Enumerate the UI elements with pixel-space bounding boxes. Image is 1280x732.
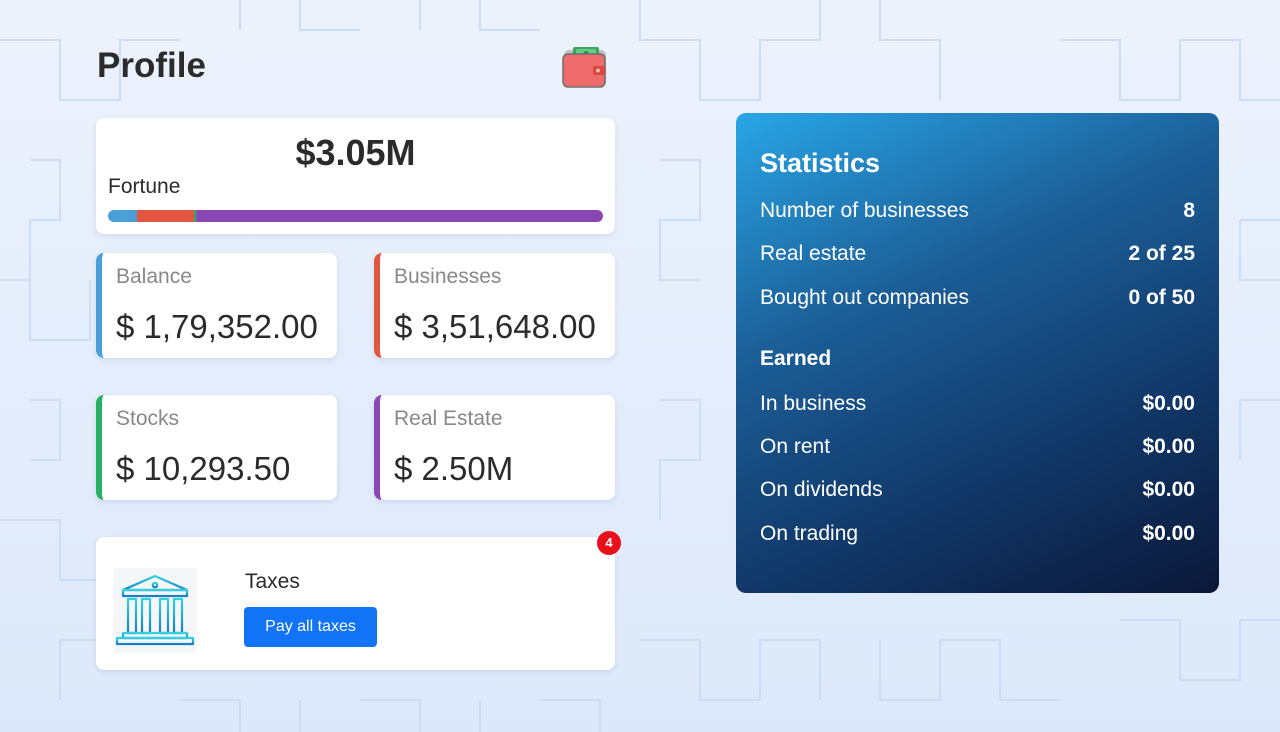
fortune-progress-bar (108, 210, 603, 222)
stat-label: Number of businesses (760, 199, 969, 222)
stat-value: 2 of 25 (1128, 242, 1195, 265)
fortune-label: Fortune (108, 175, 181, 198)
fortune-segment-balance (108, 210, 138, 222)
balance-card[interactable]: Balance $ 1,79,352.00 (96, 253, 337, 358)
stocks-card[interactable]: Stocks $ 10,293.50 (96, 395, 337, 500)
statistics-panel: Statistics Number of businesses 8 Real e… (736, 113, 1219, 593)
bank-building-icon (113, 568, 197, 653)
stat-row-real-estate: Real estate 2 of 25 (760, 240, 1195, 268)
page-title: Profile (97, 46, 206, 85)
businesses-value: $ 3,51,648.00 (394, 308, 596, 345)
stat-label: Bought out companies (760, 286, 969, 309)
stocks-label: Stocks (116, 407, 180, 430)
wallet-icon[interactable] (561, 44, 608, 90)
real-estate-card[interactable]: Real Estate $ 2.50M (374, 395, 615, 500)
stat-label: Real estate (760, 242, 867, 265)
fortune-segment-real-estate (195, 210, 603, 222)
stat-row-bought-out-companies: Bought out companies 0 of 50 (760, 284, 1195, 312)
earned-label: On trading (760, 522, 859, 545)
taxes-notification-badge: 4 (597, 531, 621, 555)
businesses-card[interactable]: Businesses $ 3,51,648.00 (374, 253, 615, 358)
earned-row-on-trading: On trading $0.00 (760, 520, 1195, 548)
real-estate-label: Real Estate (394, 407, 503, 430)
balance-value: $ 1,79,352.00 (116, 308, 318, 345)
taxes-title: Taxes (245, 570, 300, 593)
taxes-card: Taxes Pay all taxes (96, 537, 615, 670)
stocks-value: $ 10,293.50 (116, 450, 291, 487)
earned-row-in-business: In business $0.00 (760, 390, 1195, 418)
stat-value: 0 of 50 (1128, 286, 1195, 309)
earned-label: In business (760, 392, 867, 415)
real-estate-value: $ 2.50M (394, 450, 514, 487)
stat-value: 8 (1183, 199, 1195, 222)
earned-label: On rent (760, 435, 831, 458)
fortune-card: $3.05M Fortune (96, 118, 615, 234)
earned-label: On dividends (760, 478, 883, 501)
earned-value: $0.00 (1142, 522, 1195, 545)
earned-value: $0.00 (1142, 392, 1195, 415)
fortune-value: $3.05M (295, 132, 416, 173)
statistics-title: Statistics (760, 148, 881, 178)
earned-row-on-dividends: On dividends $0.00 (760, 476, 1195, 504)
earned-value: $0.00 (1142, 435, 1195, 458)
fortune-segment-businesses (137, 210, 195, 222)
stat-row-number-of-businesses: Number of businesses 8 (760, 197, 1195, 225)
pay-all-taxes-button[interactable]: Pay all taxes (244, 607, 377, 647)
balance-label: Balance (116, 265, 192, 288)
earned-heading: Earned (760, 347, 832, 370)
earned-row-on-rent: On rent $0.00 (760, 433, 1195, 461)
earned-value: $0.00 (1142, 478, 1195, 501)
businesses-label: Businesses (394, 265, 502, 288)
